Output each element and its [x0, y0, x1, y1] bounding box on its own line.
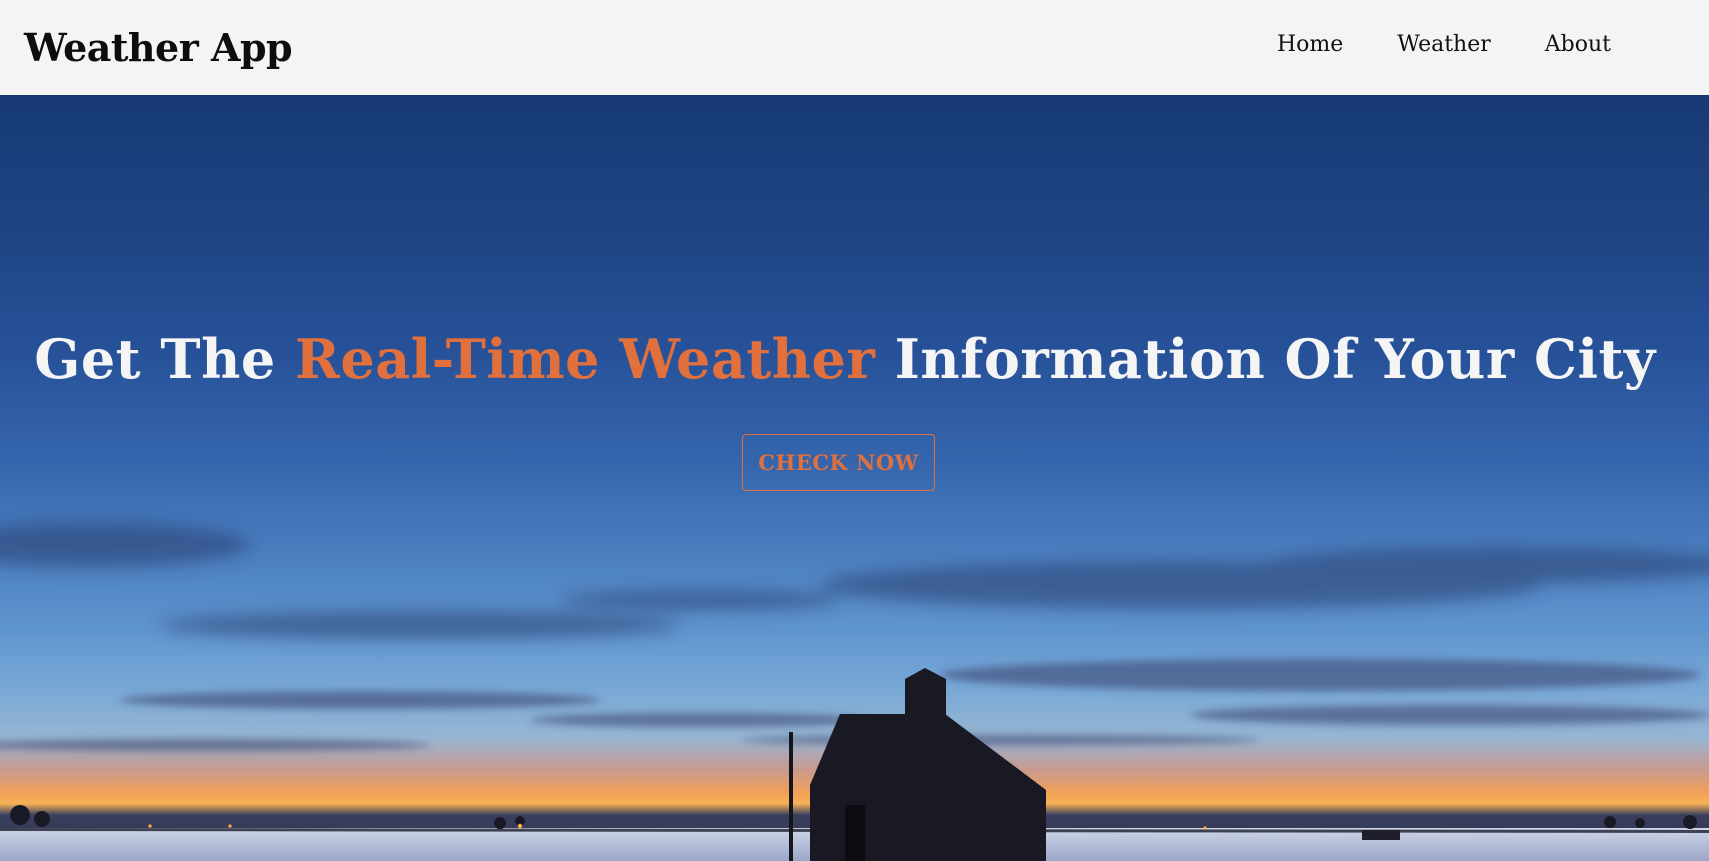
nav-item-about[interactable]: About	[1545, 32, 1611, 57]
navbar: Weather App Home Weather About	[0, 0, 1709, 95]
nav-item-home[interactable]: Home	[1277, 32, 1343, 57]
hero-section: Get The Real-Time Weather Information Of…	[0, 95, 1709, 861]
check-now-button[interactable]: CHECK NOW	[742, 434, 935, 491]
headline-accent-text: Real-Time Weather	[295, 327, 876, 391]
hero-headline: Get The Real-Time Weather Information Of…	[0, 327, 1690, 391]
headline-text-start: Get The	[34, 327, 296, 391]
nav-item-weather[interactable]: Weather	[1397, 32, 1491, 57]
nav-links: Home Weather About	[1277, 32, 1611, 57]
brand-logo[interactable]: Weather App	[24, 25, 293, 70]
headline-text-end: Information Of Your City	[875, 327, 1656, 391]
